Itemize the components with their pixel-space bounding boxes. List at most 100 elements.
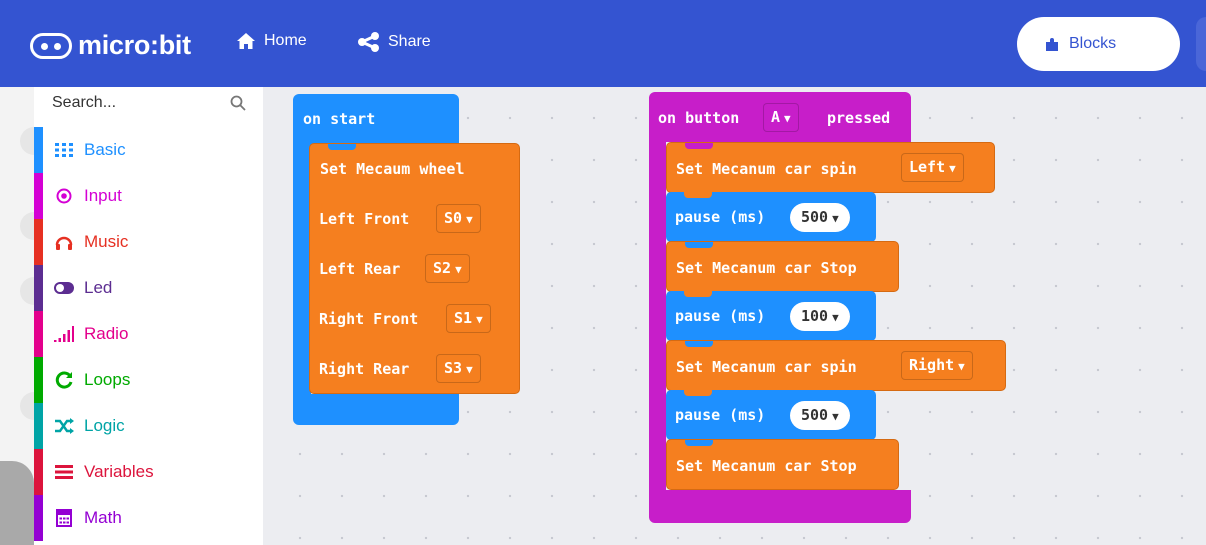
signal-icon [54,324,74,344]
category-label: Radio [84,324,129,343]
javascript-toggle-edge[interactable] [1196,17,1206,71]
blocks-toggle-button[interactable]: Blocks [1017,17,1180,71]
block-notch [685,341,713,347]
share-icon [358,32,379,52]
right-rear-label: Right Rear [319,360,410,378]
category-label: Loops [84,370,131,389]
pause-label: pause (ms) [675,406,766,424]
left-front-label: Left Front [319,210,410,228]
simulator-panel [0,461,34,545]
on-start-label: on start [303,110,376,128]
calculator-icon [54,508,74,528]
toolbox-category-logic[interactable]: Logic [34,403,263,449]
category-color-bar [34,403,43,449]
search-input[interactable]: Search... [52,94,116,112]
dropdown-caret-icon: ▼ [476,313,483,326]
toolbox-category-loops[interactable]: Loops [34,357,263,403]
block-notch [685,143,713,149]
toggle-icon [54,278,74,298]
home-icon [237,33,255,49]
category-label: Music [84,232,129,251]
puzzle-icon [1046,38,1058,51]
home-label: Home [264,32,307,49]
dropdown-caret-icon: ▼ [455,263,462,276]
dropdown-caret-icon: ▼ [832,410,839,423]
set-stop-label: Set Mecanum car Stop [676,259,857,277]
pause-label: pause (ms) [675,307,766,325]
set-spin-label: Set Mecanum car spin [676,160,857,178]
share-button[interactable]: Share [358,32,431,52]
dropdown-caret-icon: ▼ [949,162,956,175]
pause-block[interactable]: pause (ms) 500 ▼ [666,192,876,242]
target-icon [54,186,74,206]
pause-duration-input[interactable]: 500 ▼ [790,401,850,430]
grid-icon [54,140,74,160]
right-front-label: Right Front [319,310,419,328]
category-color-bar [34,219,43,265]
category-color-bar [34,173,43,219]
spin-direction-dropdown[interactable]: Right ▼ [901,351,973,380]
block-notch [684,192,712,198]
category-label: Basic [84,140,126,159]
set-stop-label: Set Mecanum car Stop [676,457,857,475]
set-mecanum-wheel-block[interactable]: Set Mecaum wheel Left Front S0 ▼ Left Rea… [309,143,520,394]
category-label: Input [84,186,122,205]
toolbox-search[interactable]: Search... [34,87,263,127]
block-notch [684,390,712,396]
set-spin-label: Set Mecanum car spin [676,358,857,376]
toolbox-category-input[interactable]: Input [34,173,263,219]
dropdown-caret-icon: ▼ [784,112,791,125]
headphones-icon [54,232,74,252]
pause-block[interactable]: pause (ms) 100 ▼ [666,291,876,341]
left-rear-label: Left Rear [319,260,401,278]
pause-duration-input[interactable]: 100 ▼ [790,302,850,331]
category-color-bar [34,449,43,495]
toolbox-category-math[interactable]: Math [34,495,263,541]
top-bar: micro:bit Home Share Blocks [0,0,1206,87]
category-color-bar [34,495,43,541]
dropdown-caret-icon: ▼ [466,363,473,376]
home-button[interactable]: Home [236,32,307,50]
microbit-logo-icon [30,32,72,59]
spin-direction-dropdown[interactable]: Left ▼ [901,153,964,182]
list-icon [54,462,74,482]
search-icon [230,95,246,111]
toolbox-category-led[interactable]: Led [34,265,263,311]
block-notch [328,144,356,150]
set-spin-left-block[interactable]: Set Mecanum car spin Left ▼ [666,142,995,193]
category-color-bar [34,357,43,403]
category-label: Variables [84,462,154,481]
dropdown-caret-icon: ▼ [832,212,839,225]
button-select-dropdown[interactable]: A ▼ [763,103,799,132]
category-color-bar [34,311,43,357]
dropdown-caret-icon: ▼ [958,360,965,373]
toolbox-category-variables[interactable]: Variables [34,449,263,495]
category-label: Logic [84,416,125,435]
logo-text: micro:bit [78,30,191,60]
on-button-suffix: pressed [827,109,891,127]
category-label: Math [84,508,122,527]
set-wheel-label: Set Mecaum wheel [320,160,465,178]
category-color-bar [34,127,43,173]
set-stop-block[interactable]: Set Mecanum car Stop [666,241,899,292]
block-notch [685,242,713,248]
on-button-prefix: on button [658,109,740,127]
category-label: Led [84,278,113,297]
toolbox-category-basic[interactable]: Basic [34,127,263,173]
pause-duration-input[interactable]: 500 ▼ [790,203,850,232]
toolbox-category-music[interactable]: Music [34,219,263,265]
shuffle-icon [54,416,74,436]
dropdown-caret-icon: ▼ [832,311,839,324]
right-front-dropdown[interactable]: S1 ▼ [446,304,491,333]
right-rear-dropdown[interactable]: S3 ▼ [436,354,481,383]
set-spin-right-block[interactable]: Set Mecanum car spin Right ▼ [666,340,1006,391]
left-rear-dropdown[interactable]: S2 ▼ [425,254,470,283]
refresh-icon [54,370,74,390]
microbit-logo[interactable]: micro:bit [30,30,191,61]
set-stop-block[interactable]: Set Mecanum car Stop [666,439,899,490]
blocks-label: Blocks [1069,35,1117,52]
left-front-dropdown[interactable]: S0 ▼ [436,204,481,233]
pause-block[interactable]: pause (ms) 500 ▼ [666,390,876,440]
toolbox-category-radio[interactable]: Radio [34,311,263,357]
block-notch [685,440,713,446]
